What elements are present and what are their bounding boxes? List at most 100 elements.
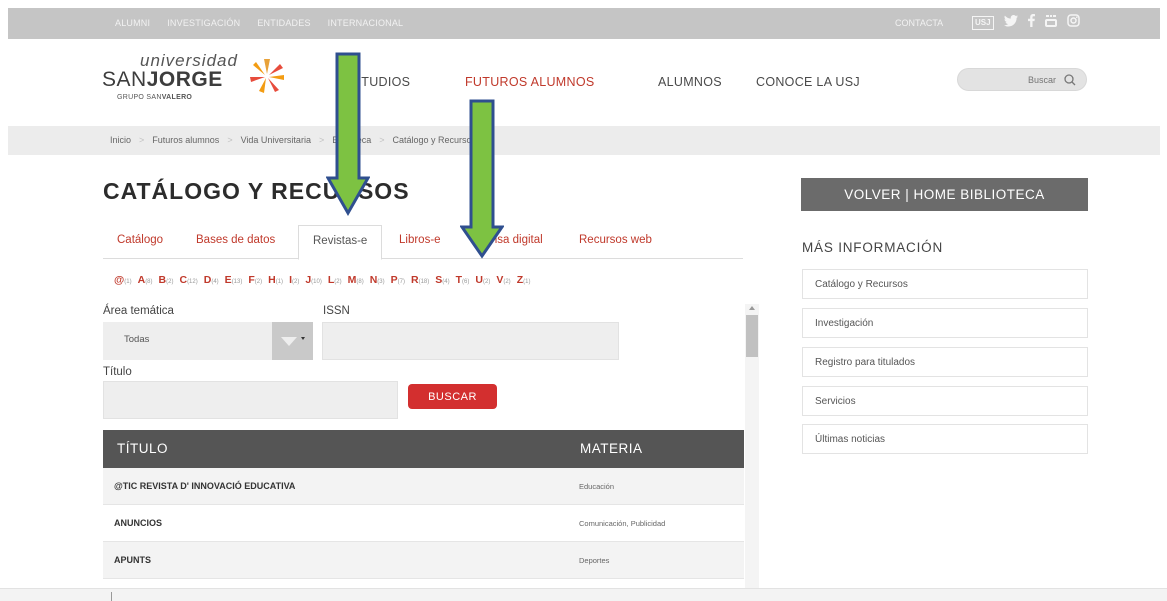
breadcrumb-vida-universitaria[interactable]: Vida Universitaria (241, 135, 311, 145)
alphabet-letter[interactable]: N(3) (370, 270, 387, 288)
alphabet-letter[interactable]: V(2) (496, 270, 512, 288)
alphabet-letter-count: (6) (462, 279, 470, 285)
breadcrumb-inicio[interactable]: Inicio (110, 135, 131, 145)
search-input[interactable] (968, 72, 1056, 87)
alphabet-letter[interactable]: E(13) (225, 270, 245, 288)
sidebar-link-registro[interactable]: Registro para titulados (802, 347, 1088, 377)
search-box (957, 68, 1087, 91)
table-row[interactable]: APUNTS Deportes (103, 542, 744, 579)
caret-down-icon (301, 337, 305, 340)
alphabet-letter-count: (4) (211, 279, 219, 285)
breadcrumb-futuros-alumnos[interactable]: Futuros alumnos (152, 135, 219, 145)
alphabet-letter[interactable]: H(1) (268, 270, 285, 288)
usj-tv-icon[interactable]: USJ (972, 16, 994, 30)
volver-home-biblioteca-button[interactable]: VOLVER | HOME BIBLIOTECA (801, 178, 1088, 211)
facebook-icon[interactable] (1027, 14, 1035, 32)
alphabet-letter[interactable]: T(6) (456, 270, 472, 288)
nav-conoce-la-usj[interactable]: CONOCE LA USJ (756, 75, 860, 89)
tab-bases-de-datos[interactable]: Bases de datos (196, 234, 275, 246)
sidebar-link-label: Registro para titulados (815, 357, 916, 368)
alphabet-letter[interactable]: B(2) (159, 270, 176, 288)
alphabet-letter[interactable]: C(12) (179, 270, 199, 288)
alphabet-filter: @(1) A(8) B(2) C(12) D(4) E(13) F(2) H(1) I(2) J(… (114, 270, 532, 288)
breadcrumb-separator: > (139, 135, 145, 145)
alphabet-letter-label: P (390, 274, 398, 286)
scroll-up-icon[interactable] (749, 306, 755, 310)
area-tematica-value: Todas (124, 334, 150, 345)
tab-catalogo[interactable]: Catálogo (117, 234, 163, 246)
alphabet-letter-label: B (158, 274, 167, 286)
tab-recursos-web[interactable]: Recursos web (579, 234, 652, 246)
alphabet-letter-count: (8) (145, 279, 153, 285)
column-header-titulo[interactable]: TÍTULO (117, 441, 168, 456)
logo-text-grupo: GRUPO SANVALERO (117, 94, 193, 101)
issn-label: ISSN (323, 305, 350, 317)
sidebar-link-ultimas-noticias[interactable]: Últimas noticias (802, 424, 1088, 454)
top-link-investigacion[interactable]: INVESTIGACIÓN (167, 18, 240, 28)
alphabet-letter-count: (2) (166, 279, 174, 285)
scrollbar[interactable] (745, 304, 759, 588)
usj-logo[interactable]: universidad SANJORGE GRUPO SANVALERO (102, 51, 322, 109)
alphabet-letter-count: (1) (275, 279, 284, 285)
mas-informacion-heading: MÁS INFORMACIÓN (802, 240, 944, 255)
row-titulo[interactable]: ANUNCIOS (114, 518, 162, 528)
dropdown-button[interactable] (272, 322, 313, 360)
row-materia: Deportes (579, 556, 610, 565)
area-tematica-select[interactable]: Todas (103, 322, 313, 360)
table-row[interactable]: @TIC REVISTA D' INNOVACIÓ EDUCATIVA Educ… (103, 468, 744, 505)
alphabet-letter-count: (2) (503, 279, 511, 285)
alphabet-letter[interactable]: L(2) (328, 270, 344, 288)
sidebar-link-label: Últimas noticias (815, 434, 886, 445)
youtube-icon[interactable] (1044, 14, 1057, 32)
sidebar-link-catalogo[interactable]: Catálogo y Recursos (802, 269, 1088, 299)
alphabet-letter-label: U (475, 274, 483, 286)
logo-text-san-jorge: SANJORGE (102, 68, 223, 91)
nav-futuros-alumnos[interactable]: FUTUROS ALUMNOS (465, 75, 595, 89)
instagram-icon[interactable] (1066, 14, 1080, 32)
alphabet-letter[interactable]: J(10) (305, 270, 324, 288)
table-row[interactable]: ANUNCIOS Comunicación, Publicidad (103, 505, 744, 542)
twitter-icon[interactable] (1003, 14, 1018, 32)
alphabet-letter[interactable]: D(4) (204, 270, 221, 288)
tab-revistas-e[interactable]: Revistas-e (298, 225, 383, 260)
row-titulo[interactable]: APUNTS (114, 555, 151, 565)
top-link-entidades[interactable]: ENTIDADES (257, 18, 310, 28)
breadcrumb-separator: > (318, 135, 325, 145)
alphabet-letter-count: (3) (377, 279, 385, 285)
top-link-internacional[interactable]: INTERNACIONAL (328, 18, 404, 28)
alphabet-letter[interactable]: S(4) (435, 270, 451, 288)
alphabet-letter-count: (4) (442, 279, 450, 285)
sidebar-link-label: Catálogo y Recursos (815, 279, 908, 290)
alphabet-letter[interactable]: F(2) (248, 270, 264, 288)
alphabet-letter-label: R (411, 274, 419, 286)
alphabet-letter[interactable]: I(2) (289, 270, 301, 288)
alphabet-letter-count: (12) (187, 279, 198, 285)
top-link-alumni[interactable]: ALUMNI (115, 18, 150, 28)
nav-alumnos[interactable]: ALUMNOS (658, 75, 722, 89)
column-header-materia[interactable]: MATERIA (580, 441, 643, 456)
alphabet-letter[interactable]: U(2) (475, 270, 492, 288)
tab-libros-e[interactable]: Libros-e (399, 234, 441, 246)
alphabet-letter[interactable]: A(8) (138, 270, 155, 288)
alphabet-letter-count: (2) (482, 279, 491, 285)
search-icon[interactable] (1062, 72, 1078, 88)
alphabet-letter[interactable]: @(1) (114, 270, 134, 288)
scrollbar-thumb[interactable] (746, 315, 758, 357)
alphabet-letter-count: (13) (231, 279, 243, 285)
chevron-down-icon (281, 337, 297, 346)
alphabet-letter[interactable]: Z(1) (517, 270, 533, 288)
sidebar-link-servicios[interactable]: Servicios (802, 386, 1088, 416)
alphabet-letter[interactable]: R(18) (411, 270, 431, 288)
alphabet-letter-label: C (179, 274, 188, 286)
alphabet-letter[interactable]: M(8) (348, 270, 366, 288)
sidebar-link-investigacion[interactable]: Investigación (802, 308, 1088, 338)
divider (111, 592, 112, 601)
titulo-input[interactable] (103, 381, 398, 419)
contact-link[interactable]: CONTACTA (895, 18, 943, 28)
alphabet-letter[interactable]: P(7) (391, 270, 407, 288)
issn-input[interactable] (322, 322, 619, 360)
buscar-button[interactable]: BUSCAR (408, 384, 497, 409)
alphabet-letter-count: (18) (418, 279, 430, 285)
top-bar: ALUMNI INVESTIGACIÓN ENTIDADES INTERNACI… (8, 8, 1160, 39)
row-titulo[interactable]: @TIC REVISTA D' INNOVACIÓ EDUCATIVA (114, 481, 295, 491)
